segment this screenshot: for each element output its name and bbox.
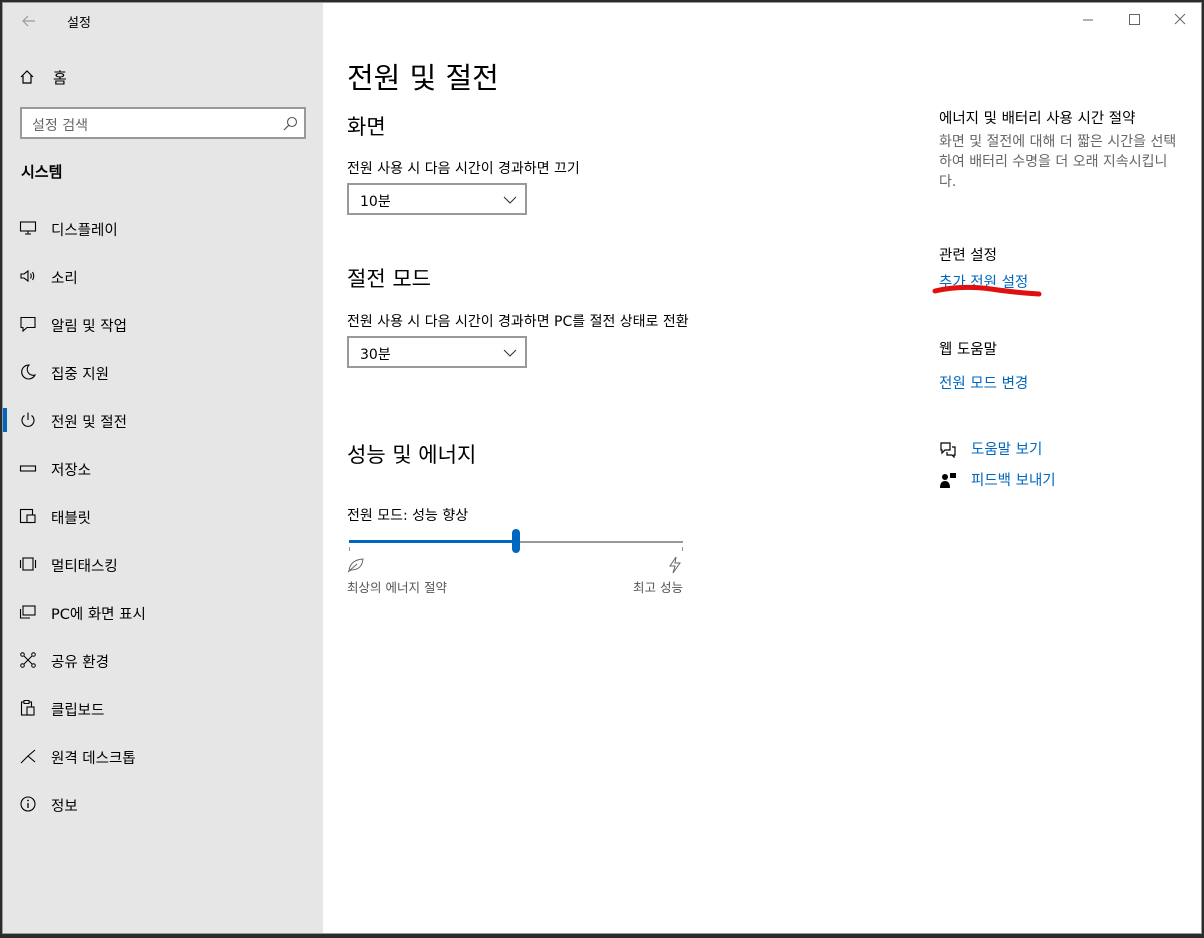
slider-tick	[682, 547, 683, 551]
home-link[interactable]: 홈	[19, 65, 67, 89]
power-mode-label: 전원 모드: 성능 향상	[347, 508, 469, 524]
sleep-heading: 절전 모드	[347, 267, 431, 291]
sidebar-item-clipboard[interactable]: 클립보드	[3, 688, 323, 728]
minimize-button[interactable]	[1065, 3, 1111, 39]
sidebar-item-focus-assist[interactable]: 집중 지원	[3, 352, 323, 392]
maximize-button[interactable]	[1111, 3, 1157, 39]
screen-timeout-label: 전원 사용 시 다음 시간이 경과하면 끄기	[347, 161, 580, 177]
page-title: 전원 및 절전	[347, 61, 499, 95]
tablet-icon	[19, 508, 36, 524]
info-icon	[20, 796, 36, 812]
sidebar-item-label: 집중 지원	[51, 367, 109, 383]
get-help-link[interactable]: 도움말 보기	[971, 438, 1042, 459]
sidebar-item-label: 디스플레이	[51, 223, 118, 239]
home-label: 홈	[53, 68, 67, 87]
power-mode-slider-fill	[349, 540, 516, 543]
sidebar-item-label: 알림 및 작업	[51, 319, 127, 335]
sidebar: 설정 홈 설정 검색 시스템 디스플레이 소리 알림 및 작업 집중 지원 전원…	[3, 3, 323, 933]
search-placeholder: 설정 검색	[32, 118, 88, 134]
sidebar-item-remote-desktop[interactable]: 원격 데스크톱	[3, 736, 323, 776]
chevron-down-icon	[503, 196, 517, 204]
section-title: 시스템	[21, 163, 63, 181]
help-chat-icon	[940, 441, 956, 458]
sidebar-item-power[interactable]: 전원 및 절전	[3, 400, 323, 440]
sidebar-item-shared[interactable]: 공유 환경	[3, 640, 323, 680]
search-input[interactable]: 설정 검색	[20, 107, 306, 139]
sidebar-item-project[interactable]: PC에 화면 표시	[3, 592, 323, 632]
storage-icon	[19, 465, 37, 472]
web-help-heading: 웹 도움말	[939, 342, 997, 358]
power-mode-slider-thumb[interactable]	[512, 529, 520, 553]
energy-save-description: 화면 및 절전에 대해 더 짧은 시간을 선택하여 배터리 수명을 더 오래 지…	[939, 134, 1177, 190]
performance-heading: 성능 및 에너지	[347, 443, 477, 467]
slider-max-label: 최고 성능	[633, 580, 683, 595]
leaf-icon	[347, 558, 364, 573]
sidebar-item-label: 클립보드	[51, 703, 105, 719]
remote-icon	[20, 749, 36, 764]
screen-heading: 화면	[347, 115, 386, 139]
feedback-person-icon	[940, 472, 956, 488]
share-icon	[20, 652, 36, 668]
send-feedback-link[interactable]: 피드백 보내기	[971, 469, 1056, 490]
power-icon	[21, 412, 35, 427]
red-underline-annotation	[932, 284, 1042, 297]
sidebar-item-sound[interactable]: 소리	[3, 256, 323, 296]
project-icon	[19, 605, 36, 619]
chevron-down-icon	[503, 349, 517, 357]
sidebar-item-about[interactable]: 정보	[3, 784, 323, 824]
sidebar-item-label: PC에 화면 표시	[51, 607, 146, 623]
close-button[interactable]	[1157, 3, 1202, 39]
clipboard-icon	[20, 700, 35, 716]
sidebar-item-label: 멀티태스킹	[51, 559, 118, 575]
related-settings-heading: 관련 설정	[939, 248, 997, 264]
get-help-row[interactable]: 도움말 보기	[939, 438, 1042, 459]
sidebar-item-tablet[interactable]: 태블릿	[3, 496, 323, 536]
sidebar-item-multitasking[interactable]: 멀티태스킹	[3, 544, 323, 584]
sidebar-item-label: 전원 및 절전	[51, 415, 127, 431]
sidebar-item-storage[interactable]: 저장소	[3, 448, 323, 488]
sleep-timeout-dropdown[interactable]: 30분	[347, 336, 527, 368]
monitor-icon	[19, 221, 37, 235]
slider-min-label: 최상의 에너지 절약	[347, 580, 447, 595]
sidebar-item-label: 소리	[51, 271, 78, 287]
sidebar-item-label: 저장소	[51, 463, 92, 479]
sidebar-item-display[interactable]: 디스플레이	[3, 208, 323, 248]
sidebar-item-label: 공유 환경	[51, 655, 109, 671]
multitasking-icon	[19, 557, 37, 571]
app-title: 설정	[67, 16, 91, 31]
sidebar-item-notifications[interactable]: 알림 및 작업	[3, 304, 323, 344]
slider-tick	[349, 547, 350, 551]
back-arrow-icon[interactable]	[19, 11, 39, 31]
lightning-icon	[669, 556, 681, 574]
sidebar-item-label: 원격 데스크톱	[51, 751, 136, 767]
energy-save-heading: 에너지 및 배터리 사용 시간 절약	[939, 111, 1136, 127]
speaker-icon	[20, 269, 35, 283]
settings-window: 설정 홈 설정 검색 시스템 디스플레이 소리 알림 및 작업 집중 지원 전원…	[2, 2, 1202, 934]
moon-icon	[21, 364, 37, 380]
home-icon	[20, 70, 34, 84]
send-feedback-row[interactable]: 피드백 보내기	[939, 469, 1056, 490]
change-power-mode-link[interactable]: 전원 모드 변경	[939, 372, 1028, 393]
sleep-timeout-label: 전원 사용 시 다음 시간이 경과하면 PC를 절전 상태로 전환	[347, 314, 689, 330]
notification-icon	[20, 316, 36, 333]
screen-timeout-dropdown[interactable]: 10분	[347, 183, 527, 215]
sidebar-item-label: 정보	[51, 799, 78, 815]
sleep-timeout-value: 30분	[360, 347, 391, 363]
search-icon[interactable]	[282, 116, 298, 132]
sidebar-item-label: 태블릿	[51, 511, 92, 527]
screen-timeout-value: 10분	[360, 194, 391, 210]
